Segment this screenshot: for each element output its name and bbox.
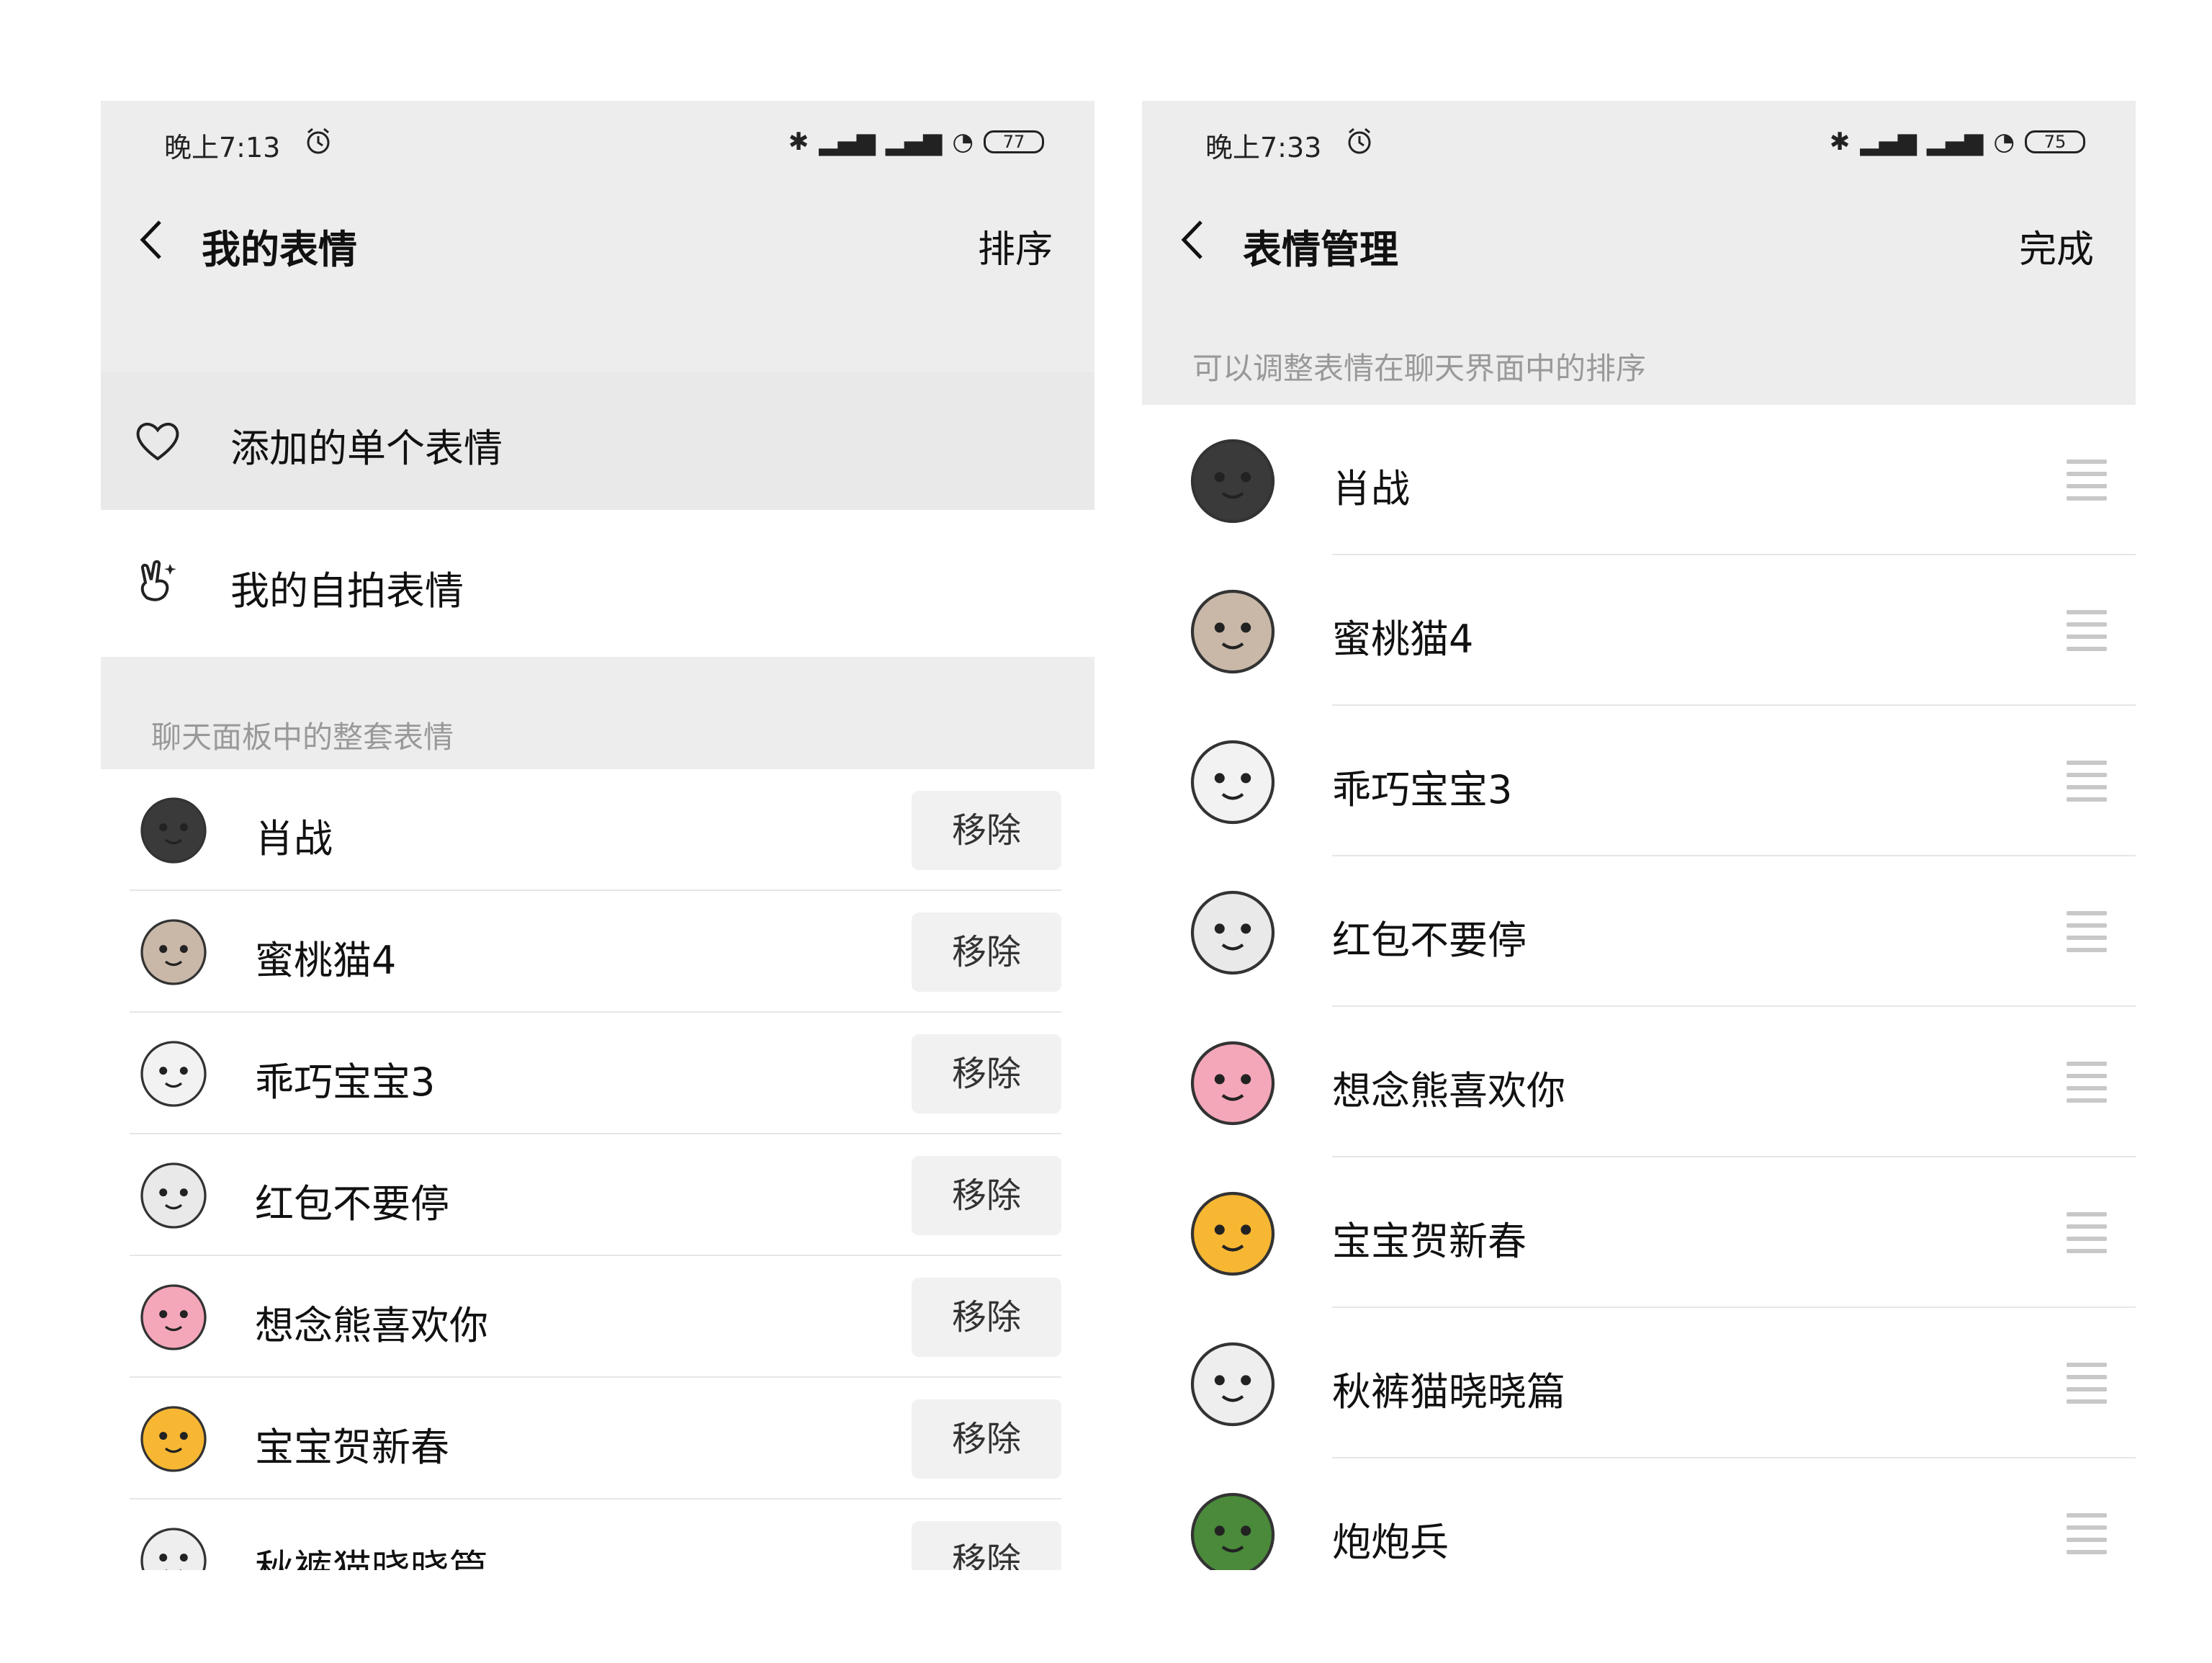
sortable-pack-row[interactable]: 乖巧宝宝3	[1142, 706, 2136, 856]
status-icons: ✱ ▂▄▆ ▂▄▆ ◔ 75	[1830, 124, 2085, 160]
hint-text: 可以调整表情在聊天界面中的排序	[1192, 351, 1647, 386]
section-title: 聊天面板中的整套表情	[151, 720, 454, 755]
drag-handle-icon[interactable]	[2067, 761, 2107, 804]
status-icons: ✱ ▂▄▆ ▂▄▆ ◔ 77	[788, 124, 1044, 160]
back-icon[interactable]	[1172, 215, 1215, 265]
remove-button[interactable]: 移除	[912, 913, 1061, 992]
menu-item-single-stickers[interactable]: 添加的单个表情	[101, 372, 1094, 510]
sortable-pack-row[interactable]: 秋裤猫晓晓篇	[1142, 1308, 2136, 1458]
my-stickers-screen: 晚上7:13 ✱ ▂▄▆ ▂▄▆ ◔ 77 我的表情 排序 添加的单个表情 我的…	[101, 101, 1094, 1570]
sortable-pack-row[interactable]: 炮炮兵	[1142, 1458, 2136, 1570]
sticker-pack-thumbnail	[1182, 1033, 1283, 1134]
sticker-pack-thumbnail	[1182, 1183, 1283, 1284]
alarm-icon	[1348, 127, 1371, 154]
done-button[interactable]: 完成	[2019, 219, 2094, 273]
signal-icon: ▂▄▆	[1860, 127, 1917, 156]
sortable-pack-row[interactable]: 红包不要停	[1142, 856, 2136, 1007]
sortable-pack-row[interactable]: 蜜桃猫4	[1142, 555, 2136, 706]
bluetooth-icon: ✱	[1829, 127, 1851, 156]
sticker-pack-name: 肖战	[1332, 466, 1410, 511]
bluetooth-icon: ✱	[788, 127, 809, 156]
drag-handle-icon[interactable]	[2067, 1363, 2107, 1406]
status-bar: 晚上7:13 ✱ ▂▄▆ ▂▄▆ ◔ 77	[101, 101, 1094, 186]
sortable-pack-row[interactable]: 宝宝贺新春	[1142, 1157, 2136, 1308]
nav-bar: 表情管理 完成	[1142, 186, 2136, 294]
remove-button[interactable]: 移除	[912, 1399, 1061, 1479]
wifi-icon: ◔	[952, 127, 974, 156]
sticker-pack-thumbnail	[1182, 1484, 1283, 1570]
sticker-pack-name: 炮炮兵	[1332, 1520, 1449, 1565]
back-icon[interactable]	[131, 215, 174, 265]
status-time: 晚上7:13	[164, 132, 281, 163]
sticker-pack-row: 宝宝贺新春 移除	[101, 1378, 1094, 1500]
sticker-pack-thumbnail	[134, 1521, 213, 1570]
sticker-pack-row: 秋裤猫晓晓篇 移除	[101, 1500, 1094, 1570]
sticker-pack-thumbnail	[1182, 882, 1283, 983]
battery-icon: 75	[2025, 130, 2085, 153]
section-gap	[101, 294, 1094, 372]
sticker-pack-thumbnail	[1182, 1334, 1283, 1435]
remove-button[interactable]: 移除	[912, 1034, 1061, 1113]
wifi-icon: ◔	[1993, 127, 2015, 156]
alarm-icon	[307, 127, 330, 154]
sticker-pack-name: 宝宝贺新春	[1332, 1219, 1527, 1264]
drag-handle-icon[interactable]	[2067, 1513, 2107, 1556]
sticker-pack-name: 肖战	[255, 816, 333, 861]
drag-handle-icon[interactable]	[2067, 1062, 2107, 1105]
sticker-pack-row: 肖战 移除	[101, 769, 1094, 891]
sort-button[interactable]: 排序	[978, 219, 1053, 273]
sticker-pack-name: 宝宝贺新春	[255, 1425, 449, 1470]
sticker-pack-row: 红包不要停 移除	[101, 1134, 1094, 1256]
sticker-pack-thumbnail	[1182, 732, 1283, 833]
sticker-pack-thumbnail	[134, 1278, 213, 1357]
menu-item-label: 我的自拍表情	[230, 568, 464, 614]
nav-bar: 我的表情 排序	[101, 186, 1094, 294]
signal-icon-2: ▂▄▆	[885, 127, 943, 156]
sticker-pack-name: 秋裤猫晓晓篇	[1332, 1369, 1565, 1415]
remove-button[interactable]: 移除	[912, 791, 1061, 870]
sticker-pack-thumbnail	[1182, 431, 1283, 532]
sticker-pack-name: 秋裤猫晓晓篇	[255, 1546, 488, 1570]
hint-header: 可以调整表情在聊天界面中的排序	[1142, 294, 2136, 405]
sticker-pack-name: 红包不要停	[255, 1181, 449, 1227]
signal-icon-2: ▂▄▆	[1926, 127, 1984, 156]
sticker-pack-name: 想念熊喜欢你	[1332, 1068, 1565, 1113]
sticker-pack-thumbnail	[134, 1399, 213, 1479]
menu-item-selfie-stickers[interactable]: 我的自拍表情	[101, 514, 1094, 653]
heart-icon	[136, 423, 179, 461]
sortable-pack-row[interactable]: 想念熊喜欢你	[1142, 1007, 2136, 1157]
remove-button[interactable]: 移除	[912, 1278, 1061, 1357]
sticker-pack-thumbnail	[134, 1156, 213, 1235]
sortable-pack-row[interactable]: 肖战	[1142, 405, 2136, 555]
sticker-pack-row: 乖巧宝宝3 移除	[101, 1013, 1094, 1134]
status-time: 晚上7:33	[1205, 132, 1322, 163]
sticker-pack-thumbnail	[134, 791, 213, 870]
sticker-pack-name: 乖巧宝宝3	[255, 1059, 436, 1105]
sticker-pack-row: 蜜桃猫4 移除	[101, 891, 1094, 1013]
sticker-pack-name: 想念熊喜欢你	[255, 1303, 488, 1348]
section-header: 聊天面板中的整套表情	[101, 657, 1094, 769]
sticker-pack-name: 乖巧宝宝3	[1332, 767, 1513, 812]
sticker-pack-row: 想念熊喜欢你 移除	[101, 1256, 1094, 1378]
status-bar: 晚上7:33 ✱ ▂▄▆ ▂▄▆ ◔ 75	[1142, 101, 2136, 186]
signal-icon: ▂▄▆	[819, 127, 876, 156]
sticker-pack-thumbnail	[134, 913, 213, 992]
remove-button[interactable]: 移除	[912, 1156, 1061, 1235]
page-title: 我的表情	[202, 227, 357, 272]
menu-item-label: 添加的单个表情	[230, 426, 503, 471]
page-title: 表情管理	[1243, 227, 1398, 272]
sticker-pack-thumbnail	[1182, 581, 1283, 682]
sticker-pack-thumbnail	[134, 1034, 213, 1113]
drag-handle-icon[interactable]	[2067, 1212, 2107, 1255]
sticker-pack-name: 蜜桃猫4	[255, 938, 397, 983]
remove-button[interactable]: 移除	[912, 1521, 1061, 1570]
selfie-hand-icon	[140, 560, 176, 601]
sticker-management-screen: 晚上7:33 ✱ ▂▄▆ ▂▄▆ ◔ 75 表情管理 完成 可以调整表情在聊天界…	[1142, 101, 2136, 1570]
drag-handle-icon[interactable]	[2067, 460, 2107, 503]
drag-handle-icon[interactable]	[2067, 911, 2107, 954]
battery-icon: 77	[984, 130, 1044, 153]
sticker-pack-name: 红包不要停	[1332, 918, 1527, 963]
drag-handle-icon[interactable]	[2067, 610, 2107, 653]
sticker-pack-name: 蜜桃猫4	[1332, 617, 1474, 662]
